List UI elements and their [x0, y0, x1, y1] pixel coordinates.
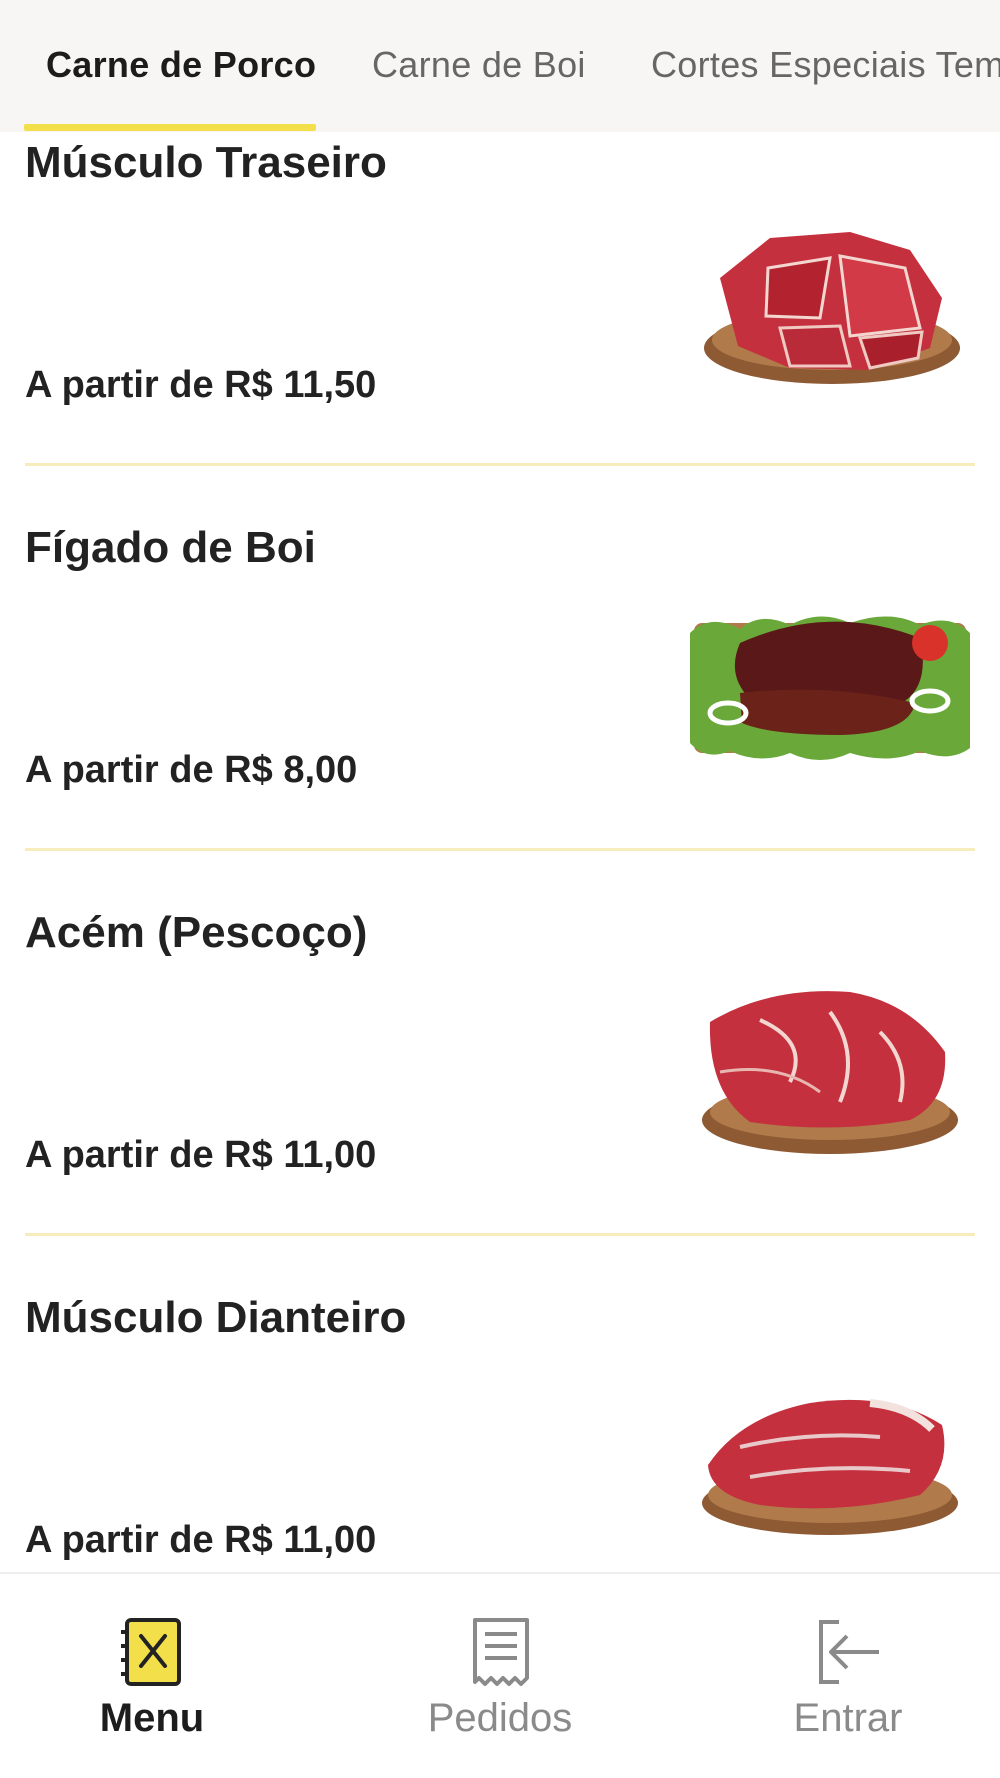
product-item[interactable]: Acém (Pescoço) A partir de R$ 11,00	[0, 902, 1000, 1287]
nav-entrar[interactable]: Entrar	[698, 1574, 998, 1778]
product-name: Músculo Traseiro	[25, 138, 387, 187]
nav-pedidos[interactable]: Pedidos	[350, 1574, 650, 1778]
tab-cortes-especiais[interactable]: Cortes Especiais Tem	[651, 0, 1000, 132]
product-list[interactable]: Músculo Traseiro A partir de R$ 11,50 Fí…	[0, 132, 1000, 1572]
menu-book-icon	[121, 1618, 181, 1686]
product-image-beef-cubes	[704, 232, 960, 384]
item-divider	[25, 1233, 975, 1236]
product-image-beef-chuck	[702, 991, 958, 1154]
product-item[interactable]: Fígado de Boi A partir de R$ 8,00	[0, 517, 1000, 902]
tab-carne-de-porco[interactable]: Carne de Porco	[46, 0, 316, 132]
active-tab-indicator	[24, 124, 316, 131]
product-image-beef-liver	[690, 616, 970, 760]
nav-menu[interactable]: Menu	[2, 1574, 302, 1778]
product-image-beef-shank	[702, 1399, 958, 1535]
receipt-icon	[473, 1618, 529, 1686]
product-name: Músculo Dianteiro	[25, 1293, 407, 1342]
product-name: Fígado de Boi	[25, 523, 316, 572]
product-item[interactable]: Músculo Traseiro A partir de R$ 11,50	[0, 132, 1000, 517]
item-divider	[25, 463, 975, 466]
product-price: A partir de R$ 8,00	[25, 749, 358, 791]
product-name: Acém (Pescoço)	[25, 908, 368, 957]
product-item[interactable]: Músculo Dianteiro A partir de R$ 11,00	[0, 1287, 1000, 1572]
bottom-navigation: Menu Pedidos Entrar	[0, 1572, 1000, 1778]
nav-menu-label: Menu	[99, 1696, 205, 1740]
nav-pedidos-label: Pedidos	[427, 1696, 573, 1740]
category-tabbar: Carne de Porco Carne de Boi Cortes Espec…	[0, 0, 1000, 132]
product-price: A partir de R$ 11,00	[25, 1134, 377, 1176]
product-price: A partir de R$ 11,00	[25, 1519, 377, 1561]
product-price: A partir de R$ 11,50	[25, 364, 377, 406]
login-icon	[819, 1620, 879, 1684]
tab-carne-de-boi[interactable]: Carne de Boi	[372, 0, 586, 132]
item-divider	[25, 848, 975, 851]
nav-entrar-label: Entrar	[793, 1696, 903, 1740]
